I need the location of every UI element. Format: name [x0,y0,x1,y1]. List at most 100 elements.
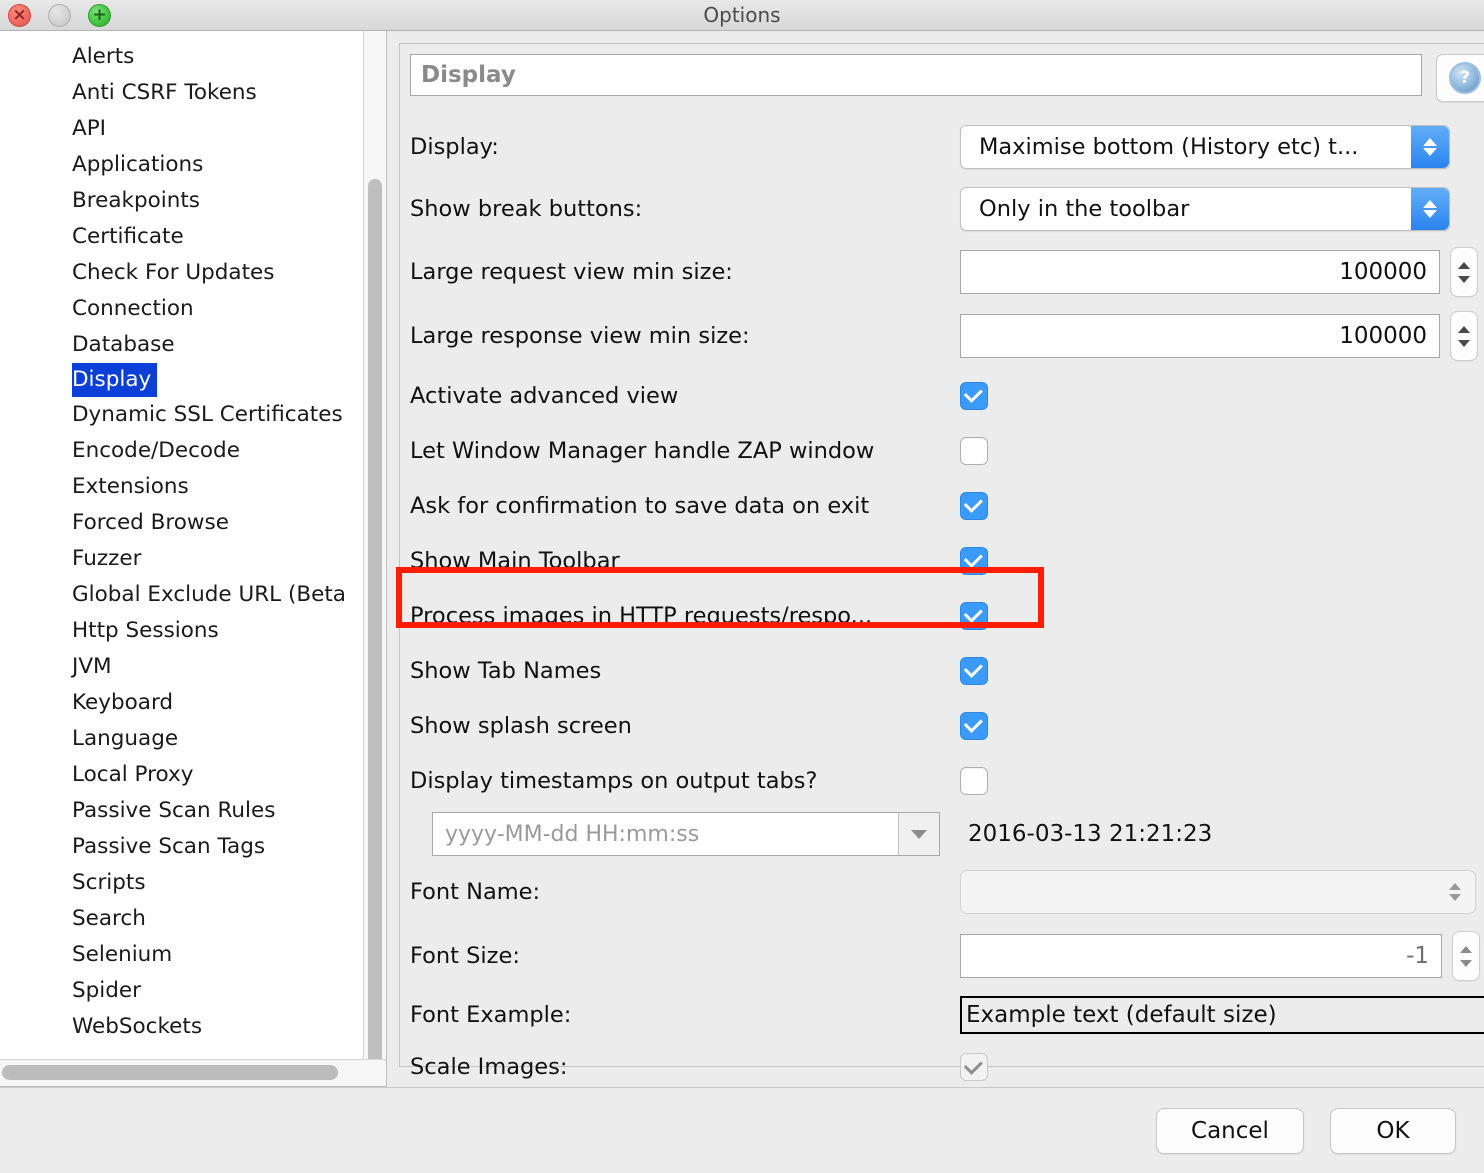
sidebar-item-jvm[interactable]: JVM [0,649,386,685]
sidebar-item-language[interactable]: Language [0,721,386,757]
row-tab-names: Show Tab Names [410,643,1484,698]
tab-names-checkbox[interactable] [960,657,988,685]
font-example-value: Example text (default size) [960,996,1484,1034]
options-category-list[interactable]: AlertsAnti CSRF TokensAPIApplicationsBre… [0,31,387,1087]
font-name-label: Font Name: [410,879,960,905]
help-button[interactable]: ? [1436,54,1484,102]
category-list-items: AlertsAnti CSRF TokensAPIApplicationsBre… [0,31,386,1059]
scale-images-checkbox [960,1053,988,1081]
sidebar-item-partial[interactable] [0,1045,386,1059]
font-size-input[interactable]: -1 [960,934,1442,978]
sidebar-item-http-sessions[interactable]: Http Sessions [0,613,386,649]
timestamp-example: 2016-03-13 21:21:23 [968,821,1212,847]
sidebar-item-spider[interactable]: Spider [0,973,386,1009]
advanced-view-control [960,382,1484,410]
large-request-label: Large request view min size: [410,259,960,285]
sidebar-item-alerts[interactable]: Alerts [0,39,386,75]
advanced-view-label: Activate advanced view [410,383,960,409]
sidebar-item-websockets[interactable]: WebSockets [0,1009,386,1045]
large-request-input[interactable]: 100000 [960,250,1440,294]
sidebar-item-connection[interactable]: Connection [0,291,386,327]
window-title: Options [0,0,1484,30]
chevron-updown-icon[interactable] [1411,126,1449,168]
timestamp-format-select[interactable]: yyyy-MM-dd HH:mm:ss [432,812,940,856]
sidebar-item-anti-csrf-tokens[interactable]: Anti CSRF Tokens [0,75,386,111]
confirm-exit-label: Ask for confirmation to save data on exi… [410,493,960,519]
sidebar-item-display[interactable]: Display [72,363,157,397]
main-toolbar-checkbox[interactable] [960,547,988,575]
timestamps-label: Display timestamps on output tabs? [410,768,960,794]
sidebar-item-applications[interactable]: Applications [0,147,386,183]
options-rows: Display: Maximise bottom (History etc) t… [400,102,1484,1092]
display-label: Display: [410,134,960,160]
sidebar-item-global-exclude-url-beta[interactable]: Global Exclude URL (Beta [0,577,386,613]
display-control: Maximise bottom (History etc) t... [960,125,1484,169]
panel-title: Display [421,62,516,88]
sidebar-horizontal-scrollbar[interactable] [0,1059,386,1086]
cancel-button[interactable]: Cancel [1156,1108,1304,1154]
process-images-control [960,602,1484,630]
row-font-name: Font Name: [410,860,1484,924]
sidebar-item-scripts[interactable]: Scripts [0,865,386,901]
window-manager-checkbox[interactable] [960,437,988,465]
splash-screen-checkbox[interactable] [960,712,988,740]
font-size-stepper[interactable] [1452,931,1480,981]
sidebar-item-dynamic-ssl-certificates[interactable]: Dynamic SSL Certificates [0,397,386,433]
break-buttons-control: Only in the toolbar [960,187,1484,231]
sidebar-item-check-for-updates[interactable]: Check For Updates [0,255,386,291]
break-buttons-label: Show break buttons: [410,196,960,222]
ok-button[interactable]: OK [1330,1108,1456,1154]
sidebar-item-search[interactable]: Search [0,901,386,937]
font-name-select[interactable] [960,870,1476,914]
main-toolbar-control [960,547,1484,575]
row-process-images: Process images in HTTP requests/respo... [410,588,1484,643]
sidebar-item-encode-decode[interactable]: Encode/Decode [0,433,386,469]
chevron-updown-icon[interactable] [1411,188,1449,230]
confirm-exit-control [960,492,1484,520]
sidebar-item-keyboard[interactable]: Keyboard [0,685,386,721]
process-images-checkbox[interactable] [960,602,988,630]
sidebar-item-forced-browse[interactable]: Forced Browse [0,505,386,541]
chevron-down-icon[interactable] [898,813,939,855]
font-example-label: Font Example: [410,1002,960,1028]
row-splash-screen: Show splash screen [410,698,1484,753]
row-font-example: Font Example: Example text (default size… [410,988,1484,1042]
timestamps-control [960,767,1484,795]
scale-images-control [960,1053,1484,1081]
window-manager-label: Let Window Manager handle ZAP window [410,438,960,464]
sidebar-item-selenium[interactable]: Selenium [0,937,386,973]
sidebar-item-certificate[interactable]: Certificate [0,219,386,255]
chevron-updown-icon [1449,883,1461,901]
break-buttons-select[interactable]: Only in the toolbar [960,187,1450,231]
advanced-view-checkbox[interactable] [960,382,988,410]
sidebar-item-passive-scan-rules[interactable]: Passive Scan Rules [0,793,386,829]
process-images-label: Process images in HTTP requests/respo... [410,603,960,629]
main-toolbar-label: Show Main Toolbar [410,548,960,574]
row-main-toolbar: Show Main Toolbar [410,533,1484,588]
timestamps-checkbox[interactable] [960,767,988,795]
display-select[interactable]: Maximise bottom (History etc) t... [960,125,1450,169]
confirm-exit-checkbox[interactable] [960,492,988,520]
sidebar-item-database[interactable]: Database [0,327,386,363]
sidebar-vertical-scroll-thumb[interactable] [368,179,382,1059]
sidebar-item-passive-scan-tags[interactable]: Passive Scan Tags [0,829,386,865]
row-large-request: Large request view min size: 100000 [410,240,1484,304]
row-timestamp-format: yyyy-MM-dd HH:mm:ss 2016-03-13 21:21:23 [410,808,1484,860]
large-response-input[interactable]: 100000 [960,314,1440,358]
display-options-panel: Display ? Display: Maximise bottom (Hist… [399,43,1484,1067]
large-request-stepper[interactable] [1450,247,1478,297]
sidebar-item-api[interactable]: API [0,111,386,147]
sidebar-horizontal-scroll-thumb[interactable] [2,1065,338,1080]
font-example-control: Example text (default size) [960,996,1484,1034]
sidebar-item-local-proxy[interactable]: Local Proxy [0,757,386,793]
dialog-content: AlertsAnti CSRF TokensAPIApplicationsBre… [0,31,1484,1087]
font-size-label: Font Size: [410,943,960,969]
sidebar-vertical-scrollbar[interactable] [363,31,386,1059]
sidebar-item-breakpoints[interactable]: Breakpoints [0,183,386,219]
sidebar-item-fuzzer[interactable]: Fuzzer [0,541,386,577]
panel-header-row: Display ? [400,44,1484,102]
sidebar-item-extensions[interactable]: Extensions [0,469,386,505]
large-response-label: Large response view min size: [410,323,960,349]
row-advanced-view: Activate advanced view [410,368,1484,423]
large-response-stepper[interactable] [1450,311,1478,361]
